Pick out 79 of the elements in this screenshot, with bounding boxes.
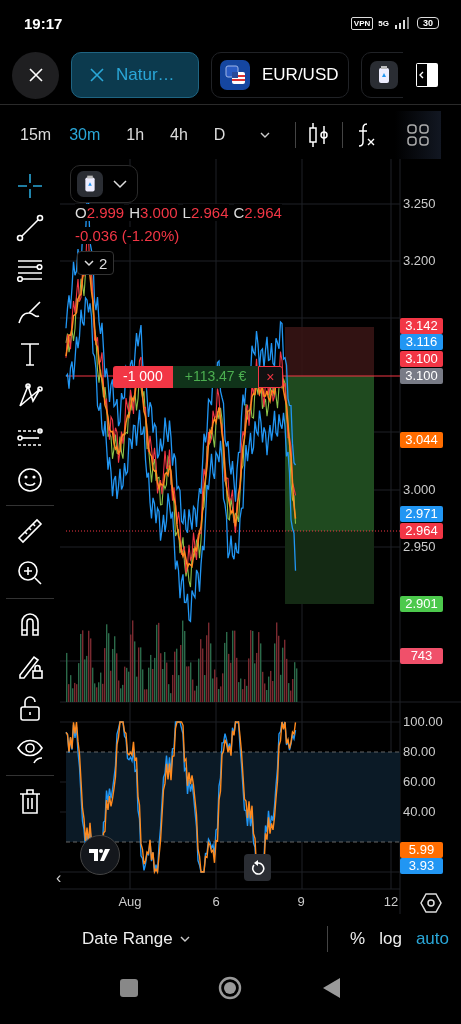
- reset-icon: [249, 859, 266, 876]
- price-tag: 3.142: [400, 318, 443, 334]
- logo-icon: [89, 848, 111, 862]
- candles-icon[interactable]: [308, 122, 331, 148]
- symbol-tab[interactable]: [361, 52, 403, 98]
- crosshair-icon[interactable]: [15, 171, 45, 201]
- close-icon: [90, 68, 104, 82]
- oscillator-label: 80.00: [403, 744, 436, 760]
- timeframe-tab[interactable]: D: [213, 126, 226, 144]
- vpn-badge: VPN: [350, 16, 374, 30]
- price-tag: 3.100: [400, 351, 443, 367]
- oscillator-tag: 5.99: [400, 842, 443, 858]
- time-label: 6: [211, 894, 221, 909]
- back-icon[interactable]: [322, 978, 341, 998]
- scale-option[interactable]: log: [379, 929, 402, 949]
- smiley-icon[interactable]: [15, 465, 45, 495]
- position-quantity[interactable]: -1 000: [113, 366, 173, 388]
- price-tag: 2.971: [400, 506, 443, 522]
- price-tag: 743: [400, 648, 443, 664]
- recents-icon[interactable]: [120, 979, 139, 997]
- legend-value: 2.964: [244, 204, 282, 221]
- legend-value: 2.999: [86, 204, 125, 221]
- battery-level: 30: [417, 17, 439, 29]
- close-icon: [27, 67, 44, 83]
- time-label: 12: [382, 894, 400, 909]
- reset-button[interactable]: [244, 854, 271, 881]
- time-label: 9: [296, 894, 306, 909]
- price-change: -0.036 (-1.20%): [75, 227, 180, 244]
- scale-option[interactable]: %: [350, 929, 366, 949]
- indicators-toggle[interactable]: 2: [77, 251, 115, 275]
- timeframe-tab[interactable]: 30m: [69, 126, 101, 144]
- caret-icon: [84, 259, 94, 267]
- oscillator-label: 40.00: [403, 804, 436, 820]
- price-tag: 3.044: [400, 432, 443, 448]
- price-label: 3.000: [403, 482, 436, 498]
- close-button[interactable]: [12, 51, 59, 99]
- timeframe-tab[interactable]: 4h: [170, 126, 188, 144]
- timeframe-tab[interactable]: 15m: [20, 126, 52, 144]
- legend-value: 2.964: [190, 204, 229, 221]
- date-range-button[interactable]: Date Range: [82, 929, 173, 949]
- trend-line-icon[interactable]: [15, 213, 45, 243]
- price-tag: 2.901: [400, 596, 443, 612]
- oscillator-label: 60.00: [403, 774, 436, 790]
- oscillator-label: 100.00: [403, 714, 443, 730]
- canister-icon: [77, 171, 103, 197]
- grid-icon: [407, 124, 430, 146]
- symbol-tab[interactable]: EUR/USD: [211, 52, 349, 98]
- timeframe-tab[interactable]: 1h: [126, 126, 145, 144]
- status-time: 19:17: [24, 14, 63, 32]
- oscillator-tag: 3.93: [400, 858, 443, 874]
- scale-option[interactable]: auto: [415, 929, 449, 949]
- price-label: 3.250: [403, 196, 436, 212]
- panel-toggle-icon[interactable]: [415, 62, 439, 88]
- network-label: 5G: [378, 18, 389, 28]
- caret-icon[interactable]: [178, 935, 191, 943]
- caret-icon: [113, 179, 127, 189]
- price-label: 2.950: [403, 539, 436, 555]
- ruler-icon[interactable]: [15, 516, 45, 546]
- canister-icon: [370, 61, 398, 89]
- legend-label: L: [182, 204, 191, 221]
- price-tag: 3.116: [400, 334, 443, 350]
- symbol-tab[interactable]: Natur…: [71, 52, 199, 98]
- legend-label: H: [129, 204, 141, 221]
- price-tag: 3.100: [400, 368, 443, 384]
- home-icon[interactable]: [218, 976, 243, 1000]
- legend-label: O: [75, 204, 87, 221]
- legend-value: 3.000: [140, 204, 178, 221]
- flag-icon: [220, 60, 250, 90]
- close-position-button[interactable]: ×: [258, 366, 283, 388]
- symbol-selector[interactable]: [70, 165, 138, 203]
- legend-label: C: [233, 204, 245, 221]
- time-label: Aug: [117, 894, 143, 909]
- collapse-toggle[interactable]: ‹: [56, 869, 62, 887]
- price-tag: 2.964: [400, 523, 443, 539]
- price-label: 3.200: [403, 253, 436, 269]
- signal-icon: [394, 16, 412, 30]
- position-profit: +113.47 €: [172, 366, 259, 388]
- settings-icon[interactable]: [420, 892, 442, 914]
- caret-icon[interactable]: [259, 131, 272, 139]
